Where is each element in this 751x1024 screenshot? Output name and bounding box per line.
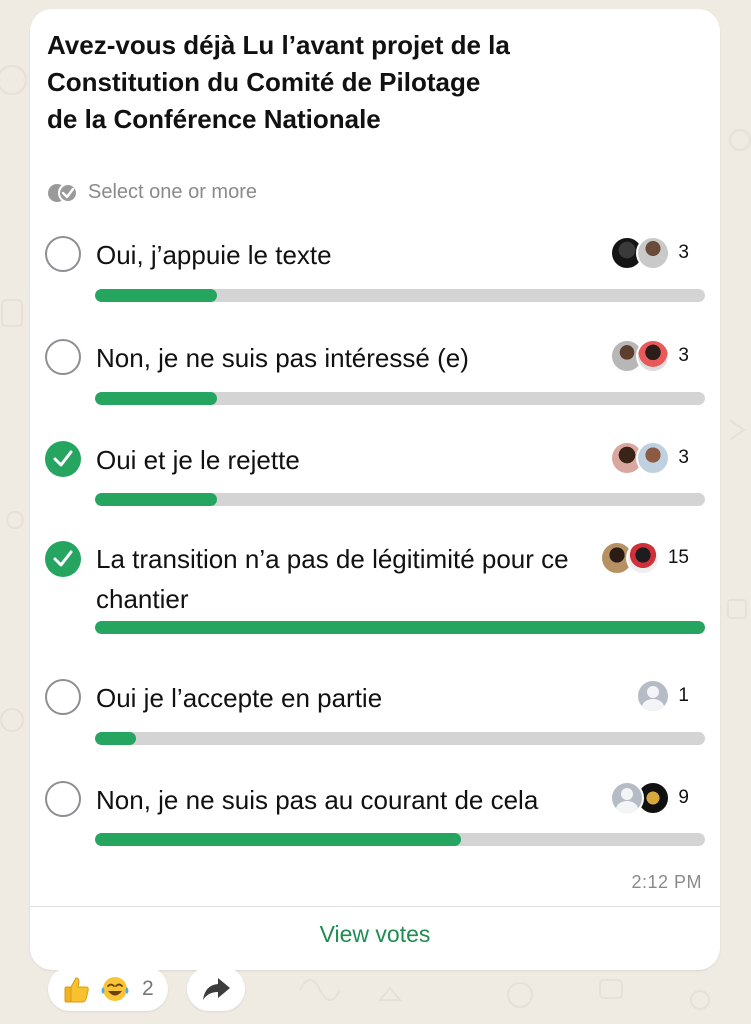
option-radio[interactable] [45,236,81,272]
option-checkbox-checked[interactable] [45,441,81,477]
double-check-icon [48,182,78,203]
voter-avatars[interactable]: 3 [610,441,689,475]
vote-progress-bar [95,732,705,745]
checkmark-icon [53,450,73,467]
vote-count: 3 [678,447,689,468]
message-timestamp: 2:12 PM [631,872,702,892]
vote-progress-bar [95,833,705,846]
vote-progress-fill [95,621,705,634]
avatar [636,441,671,475]
tears-of-joy-icon [101,977,129,1001]
vote-progress-fill [95,289,217,302]
option-label: Oui je l’accepte en partie [96,683,383,713]
vote-count: 9 [678,787,689,808]
vote-progress-fill [95,493,217,506]
option-label: Oui, j’appuie le texte [96,240,332,270]
reactions-pill[interactable]: 2 [48,967,168,1011]
voter-avatars[interactable]: 1 [636,679,689,713]
avatar [636,236,671,270]
vote-progress-bar [95,392,705,405]
avatar [625,541,660,575]
avatar [636,339,671,373]
poll-question: Avez-vous déjà Lu l’avant projet de la C… [47,30,510,134]
option-label: La transition n’a pas de légitimité pour… [96,544,569,614]
vote-count: 15 [667,547,689,568]
option-radio[interactable] [45,339,81,375]
vote-count: 3 [678,242,689,263]
voter-avatars[interactable]: 9 [610,781,689,815]
vote-count: 1 [678,685,689,706]
option-label: Non, je ne suis pas intéressé (e) [96,343,469,373]
vote-progress-fill [95,392,217,405]
forward-arrow-icon [203,978,230,1000]
poll-message-bubble: Avez-vous déjà Lu l’avant projet de la C… [30,9,720,970]
forward-button[interactable] [187,967,245,1011]
vote-progress-bar [95,289,705,302]
option-checkbox-checked[interactable] [45,541,81,577]
option-radio[interactable] [45,679,81,715]
vote-progress-fill [95,833,461,846]
voter-avatars[interactable]: 3 [610,339,689,373]
vote-progress-fill [95,732,136,745]
option-label: Oui et je le rejette [96,445,300,475]
reaction-count: 2 [142,977,154,1000]
default-avatar-icon [610,781,645,815]
divider [30,906,720,907]
voter-avatars[interactable]: 3 [610,236,689,270]
view-votes-button[interactable]: View votes [30,921,720,948]
poll-hint: Select one or more [47,181,257,204]
option-label: Non, je ne suis pas au courant de cela [96,785,539,815]
voter-avatars[interactable]: 15 [599,541,689,575]
vote-count: 3 [678,345,689,366]
vote-progress-bar [95,621,705,634]
checkmark-icon [53,550,73,567]
thumbs-up-icon [64,977,89,1003]
default-avatar-icon [636,679,671,713]
poll-hint-text: Select one or more [88,181,257,203]
option-radio[interactable] [45,781,81,817]
vote-progress-bar [95,493,705,506]
